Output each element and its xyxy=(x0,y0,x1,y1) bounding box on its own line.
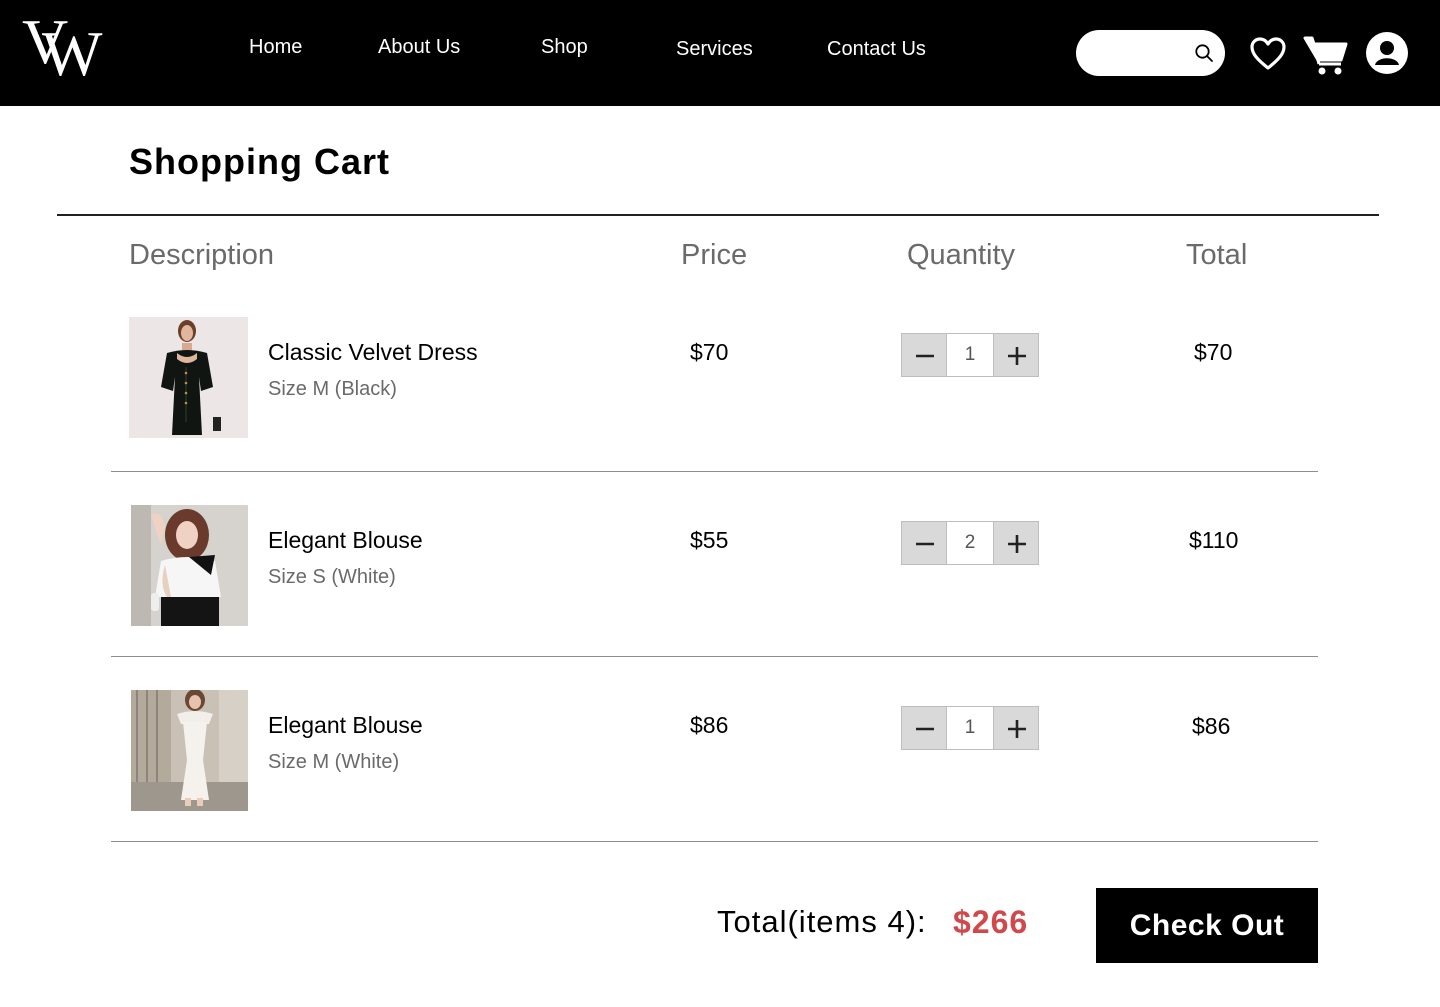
product-image[interactable] xyxy=(131,505,248,626)
cart-summary-label: Total(items 4): xyxy=(717,904,927,939)
column-header-price: Price xyxy=(681,239,748,271)
quantity-stepper: 1 xyxy=(901,706,1039,750)
increase-quantity-button[interactable] xyxy=(993,333,1039,377)
product-image[interactable] xyxy=(131,690,248,811)
search-icon[interactable] xyxy=(1194,43,1214,63)
product-photo-white-dress xyxy=(131,690,248,811)
user-icon[interactable] xyxy=(1366,32,1408,74)
quantity-value[interactable]: 1 xyxy=(947,706,993,750)
product-photo-velvet-dress xyxy=(129,317,248,438)
row-divider xyxy=(111,471,1318,472)
row-divider xyxy=(111,656,1318,657)
decrease-quantity-button[interactable] xyxy=(901,521,947,565)
nav-about-us[interactable]: About Us xyxy=(378,36,460,59)
quantity-value[interactable]: 2 xyxy=(947,521,993,565)
line-total: $86 xyxy=(1192,713,1231,739)
product-variant: Size M (White) xyxy=(268,751,400,773)
unit-price: $86 xyxy=(690,712,729,738)
site-header: V W Home About Us Shop Services Contact … xyxy=(0,0,1440,106)
increase-quantity-button[interactable] xyxy=(993,521,1039,565)
product-variant: Size M (Black) xyxy=(268,378,397,400)
nav-home[interactable]: Home xyxy=(249,36,302,59)
plus-icon xyxy=(1008,347,1026,365)
quantity-stepper: 1 xyxy=(901,333,1039,377)
brand-logo[interactable]: V W xyxy=(22,10,104,92)
heart-icon[interactable] xyxy=(1249,35,1287,73)
product-image[interactable] xyxy=(129,317,248,438)
title-divider xyxy=(57,214,1379,216)
cart-icon[interactable] xyxy=(1303,34,1349,76)
row-divider xyxy=(111,841,1318,842)
column-header-description: Description xyxy=(129,239,275,271)
line-total: $70 xyxy=(1194,339,1233,365)
search-box xyxy=(1076,30,1225,76)
shopping-cart-page: V W Home About Us Shop Services Contact … xyxy=(0,0,1440,1007)
minus-icon xyxy=(916,542,934,546)
logo-letter-w: W xyxy=(42,18,103,89)
unit-price: $70 xyxy=(690,339,729,365)
nav-contact-us[interactable]: Contact Us xyxy=(827,38,926,61)
cart-summary-amount: $266 xyxy=(953,904,1029,940)
checkout-button[interactable]: Check Out xyxy=(1096,888,1318,963)
product-name[interactable]: Elegant Blouse xyxy=(268,712,423,739)
decrease-quantity-button[interactable] xyxy=(901,706,947,750)
unit-price: $55 xyxy=(690,527,729,553)
plus-icon xyxy=(1008,535,1026,553)
product-variant: Size S (White) xyxy=(268,566,396,588)
search-input[interactable] xyxy=(1090,40,1186,66)
column-header-total: Total xyxy=(1186,239,1248,271)
line-total: $110 xyxy=(1189,527,1239,553)
column-header-quantity: Quantity xyxy=(907,239,1015,271)
product-name[interactable]: Classic Velvet Dress xyxy=(268,339,478,366)
decrease-quantity-button[interactable] xyxy=(901,333,947,377)
nav-services[interactable]: Services xyxy=(676,38,753,61)
nav-shop[interactable]: Shop xyxy=(541,36,588,59)
minus-icon xyxy=(916,354,934,358)
plus-icon xyxy=(1008,720,1026,738)
page-title: Shopping Cart xyxy=(129,141,390,182)
product-photo-white-blouse xyxy=(131,505,248,626)
minus-icon xyxy=(916,727,934,731)
quantity-stepper: 2 xyxy=(901,521,1039,565)
quantity-value[interactable]: 1 xyxy=(947,333,993,377)
product-name[interactable]: Elegant Blouse xyxy=(268,527,423,554)
increase-quantity-button[interactable] xyxy=(993,706,1039,750)
